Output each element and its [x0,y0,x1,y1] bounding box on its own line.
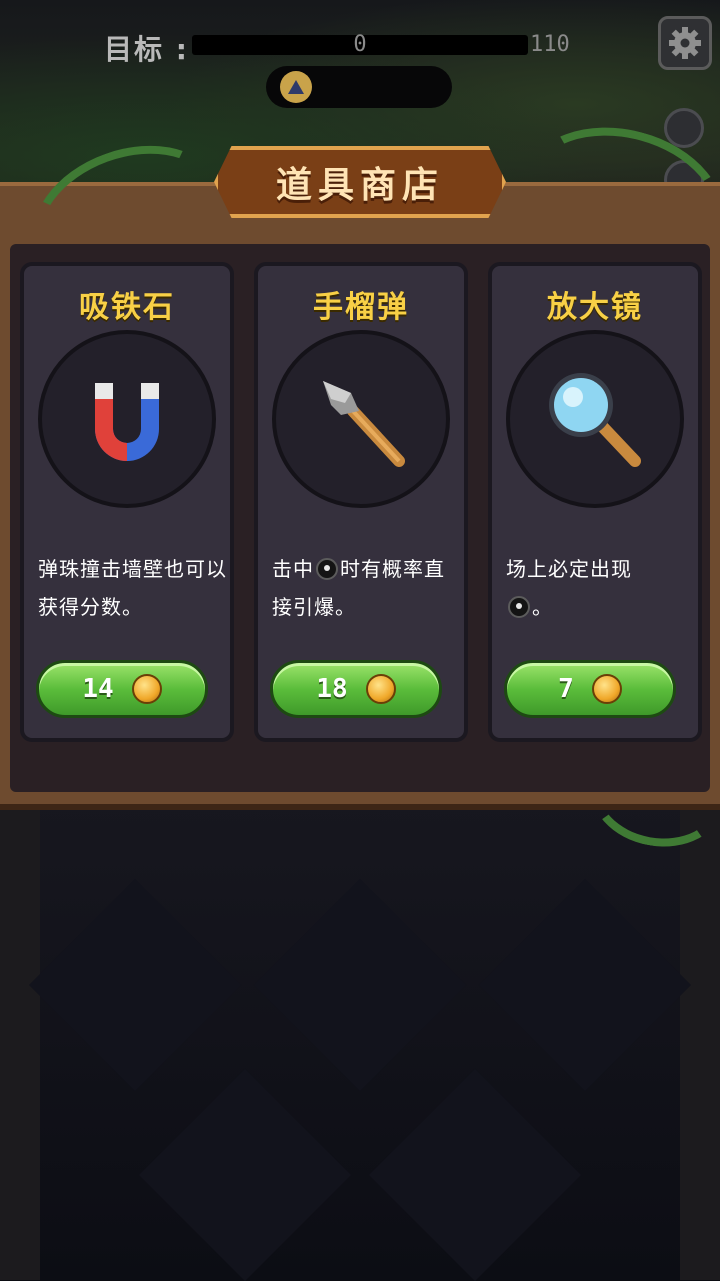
buy-button[interactable]: 18 [270,660,442,718]
triangle-icon [280,71,312,103]
buy-button[interactable]: 7 [504,660,676,718]
floor-pattern [368,1068,582,1281]
item-description-text: 弹珠撞击墙壁也可以获得分数。 [38,557,227,619]
item-name: 吸铁石 [79,290,175,325]
price-label: 7 [558,674,574,704]
gear-icon [669,27,701,59]
shop-title: 道具商店 [275,165,444,206]
goal-label: 目标 : [104,33,189,66]
item-description-text: 场上必定出现 [506,557,632,581]
price-label: 18 [316,674,348,704]
coin-icon [365,674,396,704]
item-description: 场上必定出现。 [506,550,696,626]
item-description-text: 击中 [272,557,314,581]
shop-item-card: 手榴弹 击中 时有概率直接引爆。 18 [254,262,468,742]
shop-item-card: 放大镜 场上必定出现。 7 [488,262,702,742]
grenade-icon [323,381,405,467]
buy-button[interactable]: 14 [36,660,208,718]
item-name: 手榴弹 [313,290,409,325]
item-icon-disc [38,330,216,508]
item-description: 弹珠撞击墙壁也可以获得分数。 [38,550,228,626]
item-icon-disc [272,330,450,508]
timer-icon[interactable] [664,108,704,148]
settings-button[interactable] [658,16,712,70]
current-score: 0 [353,32,367,57]
item-name: 放大镜 [547,290,643,325]
shop-item-card: 吸铁石 弹珠撞击墙壁也可以获得分数。 14 [20,262,234,742]
magnifier-icon [549,373,641,467]
item-description-text: 。 [532,595,553,619]
playfield-background [0,800,720,1281]
floor-pattern [138,1068,352,1281]
target-score: 110 [530,32,570,57]
floor-pattern [253,878,467,1092]
item-icon-disc [506,330,684,508]
coin-icon [131,674,162,704]
price-label: 14 [82,674,114,704]
floor-pattern [478,878,692,1092]
shop-title-plaque: 道具商店 [214,146,506,218]
skull-icon [316,558,338,580]
magnet-icon [95,383,159,461]
floor-pattern [28,878,242,1092]
item-description: 击中 时有概率直接引爆。 [272,550,462,626]
skull-icon [508,596,530,618]
coin-icon [591,674,622,704]
